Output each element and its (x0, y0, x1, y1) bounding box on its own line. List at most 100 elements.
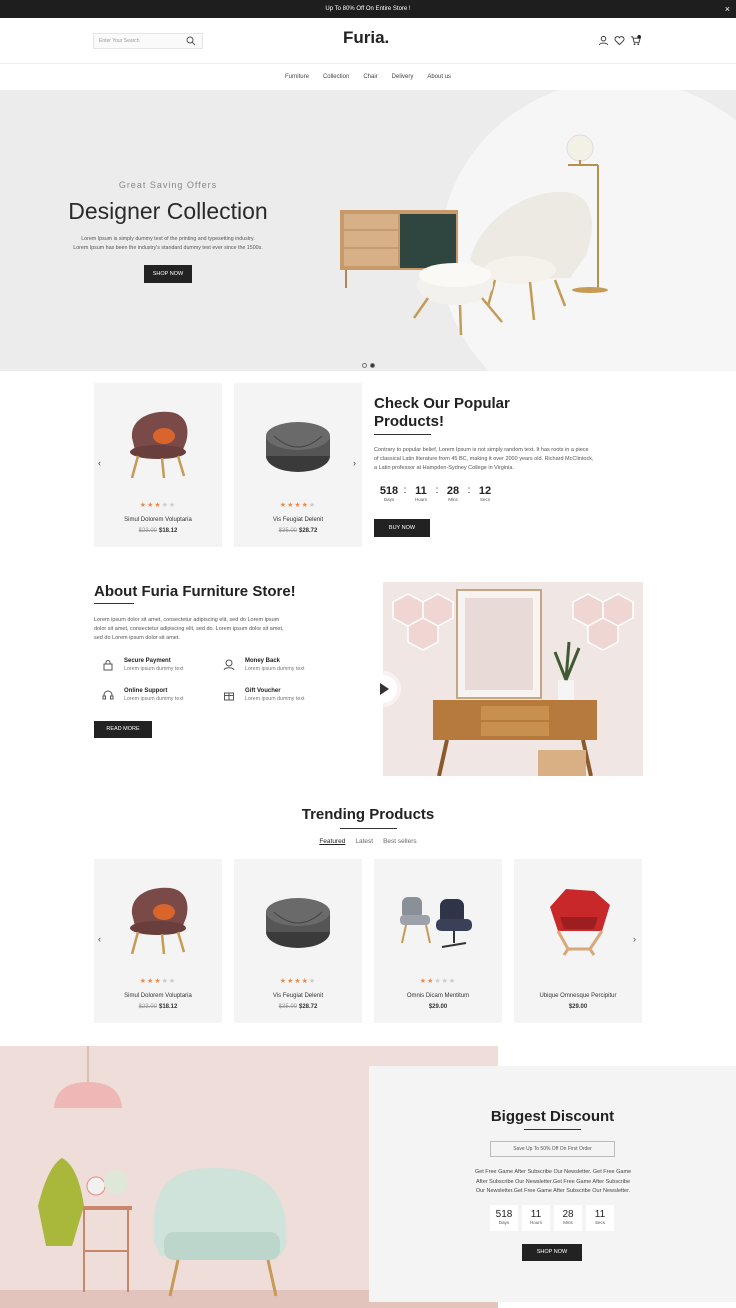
countdown-label: Days (383, 497, 395, 502)
nav-item-delivery[interactable]: Delivery (392, 64, 414, 90)
countdown-days: 518 Days (377, 485, 401, 502)
title-underline (374, 434, 431, 435)
hero-shop-now-button[interactable]: SHOP NOW (144, 265, 192, 283)
discount-pill: Save Up To 50% Off On First Order (490, 1141, 615, 1157)
tab-featured[interactable]: Featured (319, 838, 345, 845)
hero-banner: Great Saving Offers Designer Collection … (0, 90, 736, 371)
cart-icon[interactable] (630, 35, 641, 46)
countdown-value: 518 (495, 1209, 513, 1220)
heart-icon[interactable] (614, 35, 625, 46)
discount-text-line: Our Newsletter.Get Free Game After Subsc… (475, 1188, 631, 1194)
nav-item-chair[interactable]: Chair (363, 64, 377, 90)
read-more-button[interactable]: READ MORE (94, 721, 152, 738)
product-current-price: $29.00 (428, 1004, 448, 1010)
countdown-hours: 11 Hours (409, 485, 433, 502)
chevron-left-icon[interactable]: ‹ (98, 458, 101, 468)
feature-title: Gift Voucher (245, 688, 281, 694)
product-card[interactable]: ★★★★★ Vis Feugiat Delenit $35.00 $28.72 (234, 859, 362, 1023)
product-price: $35.00 $28.72 (234, 1004, 362, 1010)
play-video-button[interactable] (369, 675, 397, 703)
chevron-left-icon[interactable]: ‹ (98, 934, 101, 944)
feature-money-back: Money Back Lorem ipsum dummy text (223, 658, 305, 672)
headset-icon (102, 690, 114, 700)
product-rating: ★★★★★ (419, 978, 457, 985)
buy-now-button[interactable]: BUY NOW (374, 519, 430, 537)
chevron-right-icon[interactable]: › (353, 458, 356, 468)
slider-dot[interactable] (362, 363, 367, 368)
product-name[interactable]: Simul Dolorem Voluptaria (94, 993, 222, 999)
countdown-value: 12 (478, 485, 492, 497)
product-old-price: $35.00 (278, 528, 297, 534)
product-rating: ★★★★★ (279, 978, 317, 985)
trending-tabs: Featured Latest Best sellers (0, 838, 736, 845)
product-name[interactable]: Ubique Omnesque Percipitur (514, 993, 642, 999)
slider-dot-active[interactable] (370, 363, 375, 368)
nav-item-about[interactable]: About us (427, 64, 451, 90)
feature-title: Secure Payment (124, 658, 171, 664)
product-card[interactable]: ★★★★★ Vis Feugiat Delenit $35.00 $28.72 (234, 383, 362, 547)
lock-icon (103, 660, 113, 671)
site-logo[interactable]: Furia. (343, 28, 389, 48)
countdown-label: Hours (529, 1220, 542, 1225)
title-underline (340, 828, 397, 829)
about-description: Lorem ipsum dolor sit amet, consectetur … (94, 616, 334, 643)
product-card[interactable]: ★★★★★ Omnis Dicam Mentitum $29.00 (374, 859, 502, 1023)
countdown-value: 11 (415, 485, 427, 497)
feature-desc: Lorem ipsum dummy text (245, 666, 305, 672)
product-current-price: $28.72 (299, 1004, 318, 1010)
product-current-price: $18.12 (159, 1004, 178, 1010)
main-nav: Furniture Collection Chair Delivery Abou… (0, 64, 736, 90)
product-card[interactable]: Ubique Omnesque Percipitur $29.00 (514, 859, 642, 1023)
pouf-image (266, 422, 330, 472)
hero-desc-line: Lorem Ipsum has been the industry's stan… (73, 245, 263, 251)
product-name[interactable]: Vis Feugiat Delenit (234, 517, 362, 523)
about-title: About Furia Furniture Store! (94, 583, 296, 600)
countdown-separator: : (435, 485, 439, 496)
pouf-image (266, 898, 330, 948)
tab-latest[interactable]: Latest (355, 838, 373, 845)
countdown-secs: 11 Secs (586, 1205, 614, 1231)
nav-item-collection[interactable]: Collection (323, 64, 349, 90)
product-price: $29.00 (514, 1004, 642, 1010)
countdown-label: Mins (448, 497, 458, 502)
product-card[interactable]: ★★★★★ Simul Dolorem Voluptaria $23.00 $18… (94, 383, 222, 547)
hero-desc-line: Lorem Ipsum is simply dummy text of the … (81, 236, 255, 242)
product-rating: ★★★★★ (139, 978, 177, 985)
feature-desc: Lorem ipsum dummy text (245, 696, 305, 702)
countdown-label: Secs (594, 1220, 605, 1225)
chevron-right-icon[interactable]: › (633, 934, 636, 944)
nav-item-furniture[interactable]: Furniture (285, 64, 309, 90)
search-input[interactable]: Enter Your Search (93, 33, 203, 49)
popular-title-line: Products! (374, 413, 445, 430)
product-name[interactable]: Simul Dolorem Voluptaria (94, 517, 222, 523)
close-icon[interactable]: × (725, 0, 730, 18)
countdown-separator: : (403, 485, 407, 496)
product-name[interactable]: Vis Feugiat Delenit (234, 993, 362, 999)
product-current-price: $18.12 (159, 528, 178, 534)
about-desc-line: dolor sit amet, consectetur adipiscing e… (94, 626, 284, 632)
discount-title: Biggest Discount (490, 1108, 615, 1125)
tab-best-sellers[interactable]: Best sellers (383, 838, 417, 845)
countdown-value: 28 (446, 485, 460, 497)
product-name[interactable]: Omnis Dicam Mentitum (374, 993, 502, 999)
countdown-mins: 28 Mins (554, 1205, 582, 1231)
header-icons (598, 35, 641, 46)
popular-title: Check Our Popular Products! (374, 395, 510, 431)
countdown-value: 28 (562, 1209, 574, 1220)
trending-title: Trending Products (301, 806, 435, 823)
popular-desc-line: a Latin professor at Hampden-Sydney Coll… (374, 465, 514, 471)
popular-description: Contrary to popular belief, Lorem Ipsum … (374, 446, 644, 473)
product-old-price: $23.00 (138, 1004, 157, 1010)
product-card[interactable]: ★★★★★ Simul Dolorem Voluptaria $23.00 $18… (94, 859, 222, 1023)
product-price: $29.00 (374, 1004, 502, 1010)
about-desc-line: Lorem ipsum dolor sit amet, consectetur … (94, 617, 280, 623)
hero-subtitle: Great Saving Offers (118, 180, 218, 190)
feature-desc: Lorem ipsum dummy text (124, 696, 184, 702)
user-icon[interactable] (598, 35, 609, 46)
popular-title-line: Check Our Popular (374, 395, 510, 412)
armchair-image (130, 887, 188, 954)
discount-shop-now-button[interactable]: SHOP NOW (522, 1244, 582, 1261)
feature-desc: Lorem ipsum dummy text (124, 666, 184, 672)
countdown-days: 518 Days (490, 1205, 518, 1231)
search-icon[interactable] (186, 36, 196, 46)
